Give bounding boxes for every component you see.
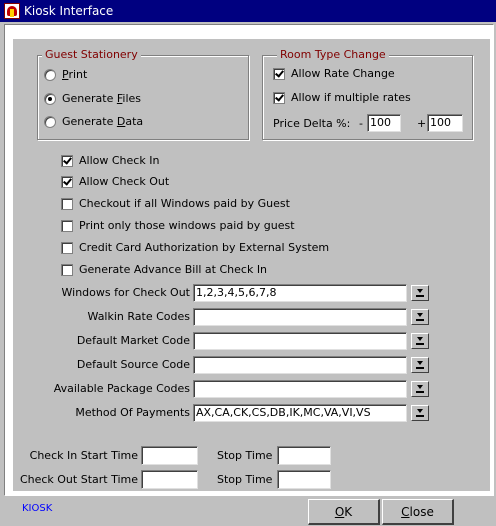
allow-check-in-checkbox[interactable] — [61, 154, 73, 167]
method-of-payments-label: Method Of Payments — [75, 406, 190, 419]
available-package-codes-dropdown-icon[interactable] — [411, 381, 429, 397]
windows-check-out-input[interactable]: 1,2,3,4,5,6,7,8 — [193, 284, 407, 302]
settings-panel: Guest Stationery Print Generate Files Ge… — [13, 39, 490, 491]
radio-generate-files[interactable]: Generate Files — [44, 92, 141, 105]
radio-print-label: Print — [62, 68, 88, 81]
check-in-stop-time-input[interactable] — [277, 446, 331, 465]
available-package-codes-label: Available Package Codes — [53, 382, 190, 395]
check-out-start-time-input[interactable] — [141, 470, 198, 489]
guest-stationery-group: Guest Stationery Print Generate Files Ge… — [37, 48, 249, 140]
credit-card-auth-label: Credit Card Authorization by External Sy… — [79, 241, 330, 254]
method-of-payments-input[interactable]: AX,CA,CK,CS,DB,IK,MC,VA,VI,VS — [193, 404, 407, 422]
available-package-codes-input[interactable] — [193, 380, 407, 398]
default-market-code-input[interactable] — [193, 332, 407, 350]
windows-check-out-label: Windows for Check Out — [61, 286, 191, 299]
room-type-change-group: Room Type Change Allow Rate Change Allow… — [262, 48, 473, 140]
generate-advance-bill-checkbox[interactable] — [61, 263, 73, 276]
generate-advance-bill-label: Generate Advance Bill at Check In — [79, 263, 268, 276]
title-bar: Kiosk Interface — [0, 0, 496, 22]
minus-sign: - — [359, 117, 363, 130]
credit-card-auth-checkbox[interactable] — [61, 241, 73, 254]
room-type-change-title: Room Type Change — [277, 48, 389, 61]
print-only-guest-windows-checkbox[interactable] — [61, 219, 73, 232]
generate-advance-bill[interactable]: Generate Advance Bill at Check In — [61, 263, 267, 276]
allow-check-out-checkbox[interactable] — [61, 175, 73, 188]
close-button[interactable]: Close — [382, 499, 454, 525]
default-source-code-input[interactable] — [193, 356, 407, 374]
check-out-start-time-label: Check Out Start Time — [19, 473, 138, 486]
radio-generate-data-button[interactable] — [44, 115, 56, 128]
radio-generate-files-label: Generate Files — [62, 92, 142, 105]
app-icon — [4, 3, 20, 19]
allow-multiple-rates-checkbox[interactable] — [273, 91, 285, 104]
credit-card-auth[interactable]: Credit Card Authorization by External Sy… — [61, 241, 329, 254]
price-delta-minus-input[interactable]: 100 — [367, 114, 401, 132]
status-label: KIOSK — [22, 503, 53, 514]
allow-rate-change-label: Allow Rate Change — [291, 67, 395, 80]
allow-rate-change-checkbox[interactable] — [273, 67, 285, 80]
radio-print[interactable]: Print — [44, 68, 87, 81]
price-delta-plus-input[interactable]: 100 — [427, 114, 463, 132]
allow-check-in[interactable]: Allow Check In — [61, 154, 159, 167]
checkout-all-windows-checkbox[interactable] — [61, 197, 73, 210]
radio-print-button[interactable] — [44, 68, 56, 81]
check-out-stop-time-input[interactable] — [277, 470, 331, 489]
check-in-stop-time-label: Stop Time — [217, 449, 273, 462]
radio-generate-files-button[interactable] — [44, 92, 56, 105]
windows-check-out-dropdown-icon[interactable] — [411, 285, 429, 301]
print-only-guest-windows-label: Print only those windows paid by guest — [79, 219, 295, 232]
plus-sign: + — [417, 117, 427, 130]
price-delta-label: Price Delta %: — [273, 117, 351, 130]
radio-generate-data-label: Generate Data — [62, 115, 144, 128]
allow-rate-change[interactable]: Allow Rate Change — [273, 67, 395, 80]
print-only-guest-windows[interactable]: Print only those windows paid by guest — [61, 219, 295, 232]
guest-stationery-title: Guest Stationery — [42, 48, 141, 61]
window-title: Kiosk Interface — [24, 4, 114, 18]
checkout-all-windows[interactable]: Checkout if all Windows paid by Guest — [61, 197, 290, 210]
allow-multiple-rates-label: Allow if multiple rates — [291, 91, 411, 104]
content-frame: Guest Stationery Print Generate Files Ge… — [4, 24, 494, 496]
walkin-rate-codes-label: Walkin Rate Codes — [87, 310, 190, 323]
default-market-code-label: Default Market Code — [76, 334, 190, 347]
check-in-start-time-input[interactable] — [141, 446, 198, 465]
default-market-code-dropdown-icon[interactable] — [411, 333, 429, 349]
allow-check-out-label: Allow Check Out — [79, 175, 170, 188]
default-source-code-label: Default Source Code — [76, 358, 190, 371]
check-out-stop-time-label: Stop Time — [217, 473, 273, 486]
allow-check-out[interactable]: Allow Check Out — [61, 175, 169, 188]
ok-button[interactable]: OK — [308, 499, 380, 525]
check-in-start-time-label: Check In Start Time — [29, 449, 138, 462]
allow-check-in-label: Allow Check In — [79, 154, 160, 167]
walkin-rate-codes-dropdown-icon[interactable] — [411, 309, 429, 325]
allow-multiple-rates[interactable]: Allow if multiple rates — [273, 91, 411, 104]
method-of-payments-dropdown-icon[interactable] — [411, 405, 429, 421]
walkin-rate-codes-input[interactable] — [193, 308, 407, 326]
default-source-code-dropdown-icon[interactable] — [411, 357, 429, 373]
checkout-all-windows-label: Checkout if all Windows paid by Guest — [79, 197, 290, 210]
radio-generate-data[interactable]: Generate Data — [44, 115, 143, 128]
